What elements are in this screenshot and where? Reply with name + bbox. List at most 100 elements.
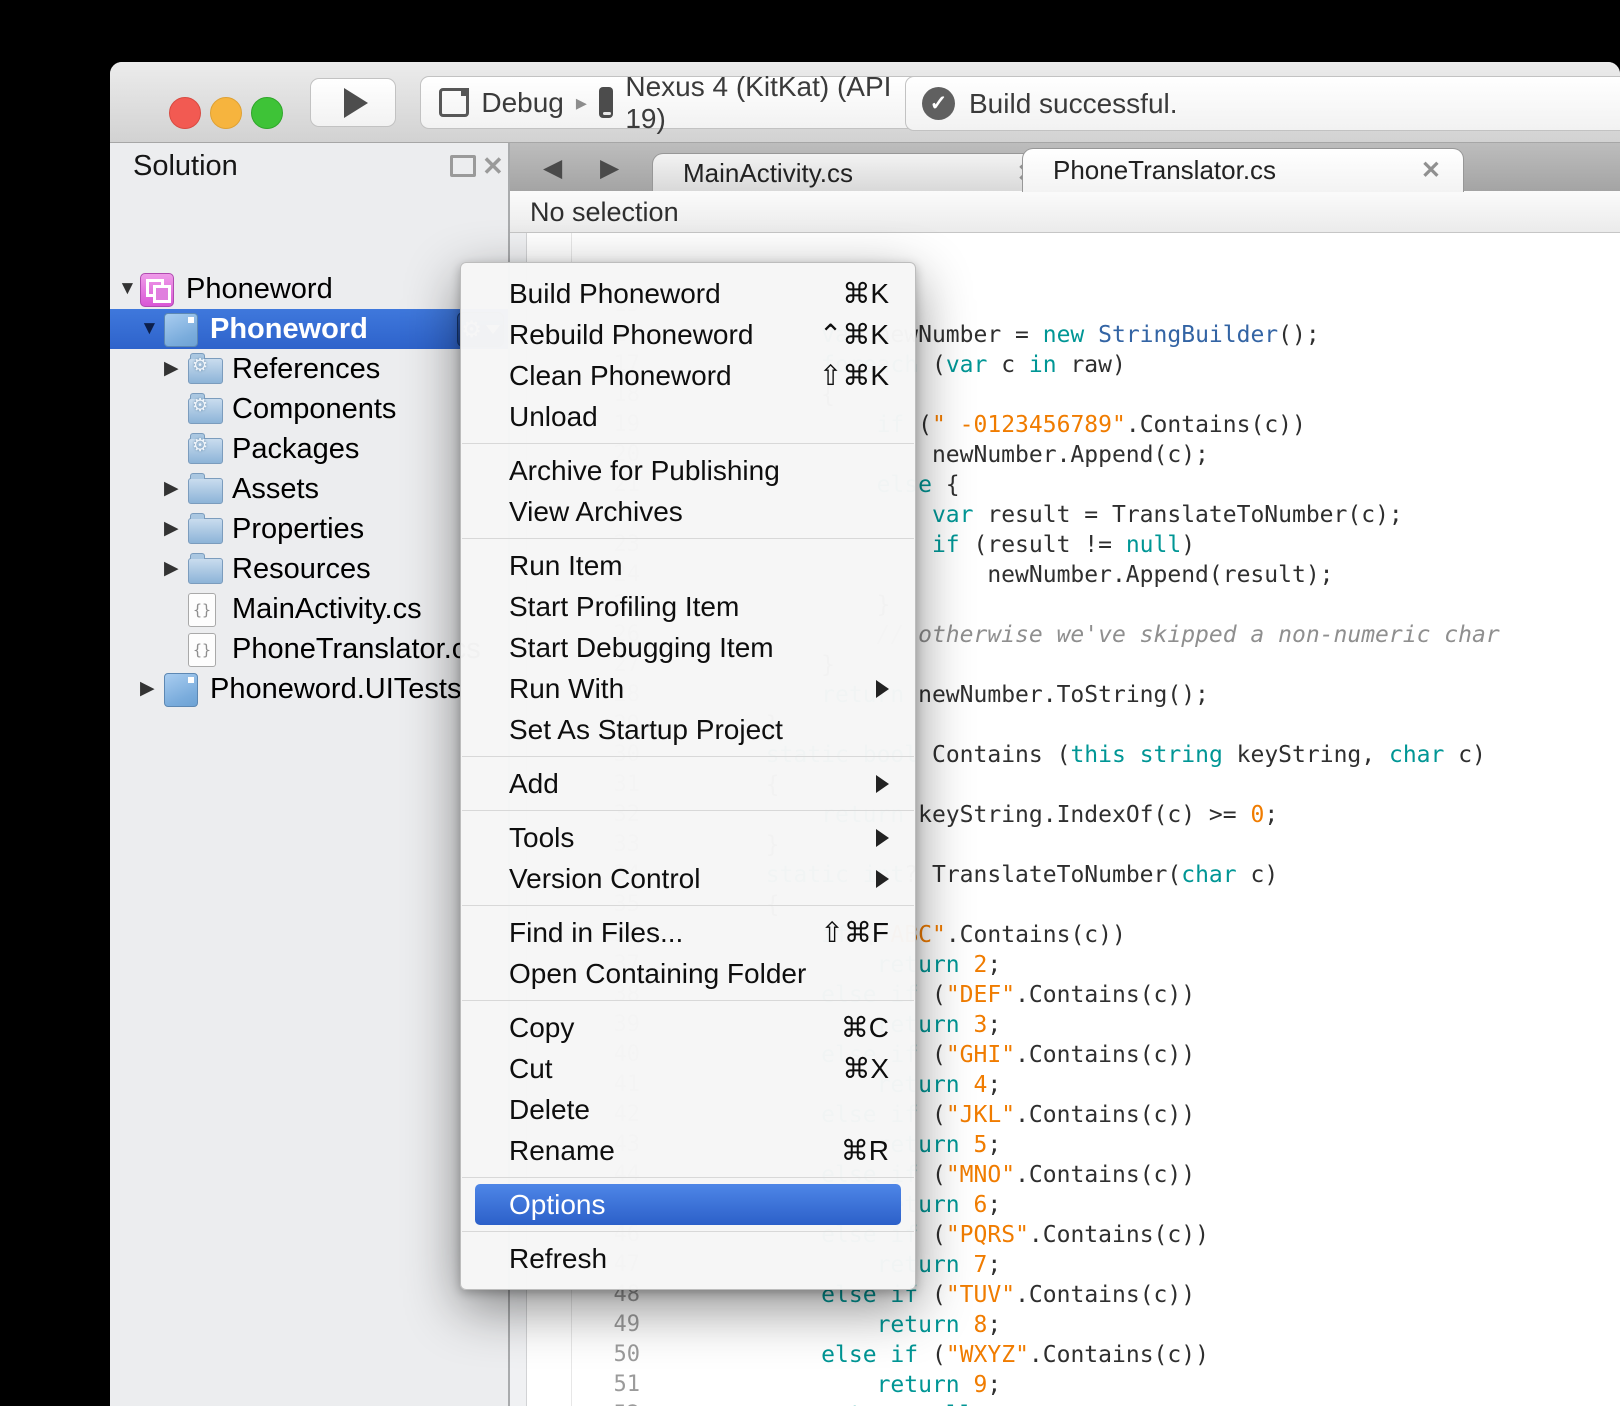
menu-item-start-profiling-item[interactable]: Start Profiling Item — [475, 586, 901, 627]
run-configuration-selector[interactable]: Debug ▸ Nexus 4 (KitKat) (API 19) — [420, 76, 928, 129]
menu-item-options[interactable]: Options — [475, 1184, 901, 1225]
sidebar-item-resources[interactable]: ▶ Resources — [110, 549, 508, 589]
menu-item-rename[interactable]: Rename⌘R — [475, 1130, 901, 1171]
menu-item-label: Clean Phoneword — [509, 355, 732, 396]
menu-item-label: View Archives — [509, 491, 683, 532]
code-line-50: 50 else if ("WXYZ".Contains(c)) — [510, 1340, 1620, 1370]
sidebar-item-references[interactable]: ▶ References — [110, 349, 508, 389]
pad-header: Solution ✕ — [110, 143, 508, 189]
submenu-arrow-icon — [876, 680, 889, 698]
sidebar-item-label: Packages — [232, 429, 359, 469]
status-text: Build successful. — [969, 88, 1178, 120]
menu-item-label: Delete — [509, 1089, 590, 1130]
disclosure-open-icon[interactable]: ▼ — [140, 309, 159, 349]
sidebar-item-components[interactable]: Components — [110, 389, 508, 429]
tab-close-icon[interactable]: ✕ — [1421, 156, 1463, 185]
sidebar-item-assets[interactable]: ▶ Assets — [110, 469, 508, 509]
menu-item-label: Start Debugging Item — [509, 627, 774, 668]
sidebar-item-label: Phoneword — [210, 309, 368, 349]
dock-pad-icon[interactable] — [450, 155, 476, 177]
window-close-button[interactable] — [169, 97, 201, 129]
line-number: 49 — [570, 1310, 640, 1340]
solution-tree: ▼Phoneword▼Phoneword⚙▶ReferencesComponen… — [110, 269, 508, 709]
window-zoom-button[interactable] — [251, 97, 283, 129]
menu-item-shortcut: ⌘R — [841, 1130, 889, 1171]
menu-item-version-control[interactable]: Version Control — [475, 858, 901, 899]
menu-separator — [462, 810, 914, 811]
code-text: return 9; — [655, 1370, 1001, 1400]
menu-item-refresh[interactable]: Refresh — [475, 1238, 901, 1279]
menu-item-run-with[interactable]: Run With — [475, 668, 901, 709]
code-line-52: 52 return null; — [510, 1400, 1620, 1406]
sidebar-item-phoneword-project[interactable]: ▼Phoneword⚙ — [110, 309, 508, 349]
window-minimize-button[interactable] — [210, 97, 242, 129]
menu-item-add[interactable]: Add — [475, 763, 901, 804]
menu-item-clean-phoneword[interactable]: Clean Phoneword ⇧⌘K — [475, 355, 901, 396]
line-number: 50 — [570, 1340, 640, 1370]
sidebar-item-label: Assets — [232, 469, 319, 509]
disclosure-open-icon[interactable]: ▼ — [118, 269, 137, 309]
sidebar-item-label: Phoneword.UITests — [210, 669, 461, 709]
sidebar-item-phonetranslator-cs[interactable]: PhoneTranslator.cs — [110, 629, 508, 669]
sidebar-item-label: Resources — [232, 549, 371, 589]
menu-item-shortcut: ⌘C — [841, 1007, 889, 1048]
breadcrumb[interactable]: No selection — [510, 191, 1620, 233]
menu-item-label: Start Profiling Item — [509, 586, 739, 627]
menu-item-label: Archive for Publishing — [509, 450, 780, 491]
navigate-forward-button[interactable]: ▶ — [600, 153, 619, 183]
menu-item-find-in-files[interactable]: Find in Files...⇧⌘F — [475, 912, 901, 953]
line-number: 52 — [570, 1400, 640, 1406]
menu-item-start-debugging-item[interactable]: Start Debugging Item — [475, 627, 901, 668]
menu-item-shortcut: ⌘X — [842, 1048, 889, 1089]
menu-separator — [462, 905, 914, 906]
menu-item-unload[interactable]: Unload — [475, 396, 901, 437]
disclosure-closed-icon[interactable]: ▶ — [164, 509, 179, 549]
build-success-icon: ✓ — [922, 87, 955, 120]
menu-item-build-phoneword[interactable]: Build Phoneword⌘K — [475, 273, 901, 314]
menu-item-open-containing-folder[interactable]: Open Containing Folder — [475, 953, 901, 994]
menu-item-delete[interactable]: Delete — [475, 1089, 901, 1130]
project-context-menu: Build Phoneword⌘KRebuild Phoneword⌃⌘KCle… — [460, 262, 916, 1290]
sidebar-item-properties[interactable]: ▶Properties — [110, 509, 508, 549]
menu-item-view-archives[interactable]: View Archives — [475, 491, 901, 532]
menu-item-label: Build Phoneword — [509, 273, 721, 314]
menu-item-copy[interactable]: Copy⌘C — [475, 1007, 901, 1048]
status-bar[interactable]: ✓ Build successful. — [905, 76, 1620, 131]
disclosure-closed-icon[interactable]: ▶ — [164, 349, 179, 389]
menu-item-set-as-startup-project[interactable]: Set As Startup Project — [475, 709, 901, 750]
menu-item-tools[interactable]: Tools — [475, 817, 901, 858]
sidebar-item-label: References — [232, 349, 380, 389]
run-button[interactable] — [310, 78, 396, 127]
menu-separator — [462, 538, 914, 539]
folder-icon — [188, 478, 223, 504]
configuration-label: Debug — [481, 87, 564, 119]
menu-item-shortcut: ⌃⌘K — [819, 314, 889, 355]
sidebar-item-mainactivity-cs[interactable]: MainActivity.cs — [110, 589, 508, 629]
sidebar-item-packages[interactable]: Packages — [110, 429, 508, 469]
sidebar-item-phoneword-uitests[interactable]: ▶ Phoneword.UITests — [110, 669, 508, 709]
tab-label: MainActivity.cs — [653, 158, 1017, 189]
disclosure-closed-icon[interactable]: ▶ — [140, 669, 155, 709]
disclosure-closed-icon[interactable]: ▶ — [164, 469, 179, 509]
project-icon — [164, 313, 198, 347]
menu-item-label: Set As Startup Project — [509, 709, 783, 750]
sidebar-item-label: PhoneTranslator.cs — [232, 629, 481, 669]
code-text: else if ("WXYZ".Contains(c)) — [655, 1340, 1209, 1370]
menu-item-rebuild-phoneword[interactable]: Rebuild Phoneword⌃⌘K — [475, 314, 901, 355]
menu-item-run-item[interactable]: Run Item — [475, 545, 901, 586]
navigate-back-button[interactable]: ◀ — [543, 153, 562, 183]
code-text: return null; — [655, 1400, 987, 1406]
menu-item-label: Open Containing Folder — [509, 953, 806, 994]
menu-item-label: Run Item — [509, 545, 623, 586]
close-pad-icon[interactable]: ✕ — [482, 155, 504, 177]
menu-item-label: Version Control — [509, 858, 700, 899]
tab-mainactivity-cs[interactable]: MainActivity.cs✕ — [652, 153, 1060, 192]
menu-item-archive-for-publishing[interactable]: Archive for Publishing — [475, 450, 901, 491]
disclosure-closed-icon[interactable]: ▶ — [164, 549, 179, 589]
menu-item-shortcut: ⇧⌘K — [819, 355, 889, 396]
project-icon — [164, 673, 198, 707]
menu-item-label: Run With — [509, 668, 624, 709]
sidebar-item-phoneword[interactable]: ▼Phoneword — [110, 269, 508, 309]
menu-item-cut[interactable]: Cut⌘X — [475, 1048, 901, 1089]
tab-phonetranslator-cs[interactable]: PhoneTranslator.cs✕ — [1022, 148, 1464, 192]
